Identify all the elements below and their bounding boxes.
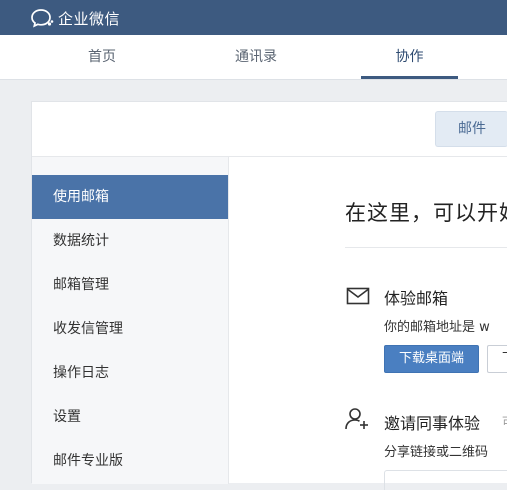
tab-collaboration[interactable]: 协作 <box>361 35 458 79</box>
page-title: 在这里，可以开始 <box>345 201 507 225</box>
sidebar-item-mail-pro[interactable]: 邮件专业版 <box>32 439 228 483</box>
main-nav: 首页 通讯录 协作 <box>0 35 507 80</box>
app-topbar: 企业微信 <box>0 0 507 35</box>
app-logo[interactable]: 企业微信 <box>30 7 120 29</box>
sidebar-item-statistics[interactable]: 数据统计 <box>32 219 228 263</box>
active-tab-indicator <box>361 76 458 79</box>
invite-badge: 可 <box>502 413 507 430</box>
tab-home[interactable]: 首页 <box>52 35 152 79</box>
sidebar-item-use-mailbox[interactable]: 使用邮箱 <box>32 175 228 219</box>
mail-app-button[interactable]: 邮件 <box>435 111 507 147</box>
divider <box>345 247 507 248</box>
mail-sidebar: 使用邮箱 数据统计 邮箱管理 收发信管理 操作日志 设置 邮件专业版 <box>32 157 229 484</box>
panel-header: 邮件 <box>32 102 507 157</box>
download-desktop-button[interactable]: 下载桌面端 <box>384 345 479 373</box>
download-more-button[interactable]: 下 <box>487 345 507 373</box>
sidebar-item-operation-log[interactable]: 操作日志 <box>32 351 228 395</box>
mailbox-address-text: 你的邮箱地址是 w <box>384 320 490 335</box>
app-title: 企业微信 <box>58 9 121 28</box>
sidebar-item-settings[interactable]: 设置 <box>32 395 228 439</box>
wecom-logo-icon <box>30 8 54 28</box>
share-link-text: 分享链接或二维码 <box>384 445 489 460</box>
tab-contacts[interactable]: 通讯录 <box>206 35 306 79</box>
invite-link-box[interactable] <box>384 470 507 490</box>
sidebar-item-send-receive-management[interactable]: 收发信管理 <box>32 307 228 351</box>
add-user-icon <box>344 407 370 435</box>
collaboration-panel: 邮件 使用邮箱 数据统计 邮箱管理 收发信管理 操作日志 设置 邮件专业版 在这… <box>31 101 507 490</box>
sidebar-item-mailbox-management[interactable]: 邮箱管理 <box>32 263 228 307</box>
invite-colleagues-title: 邀请同事体验 <box>384 414 481 433</box>
experience-mailbox-title: 体验邮箱 <box>384 289 449 308</box>
mail-icon <box>346 287 370 309</box>
